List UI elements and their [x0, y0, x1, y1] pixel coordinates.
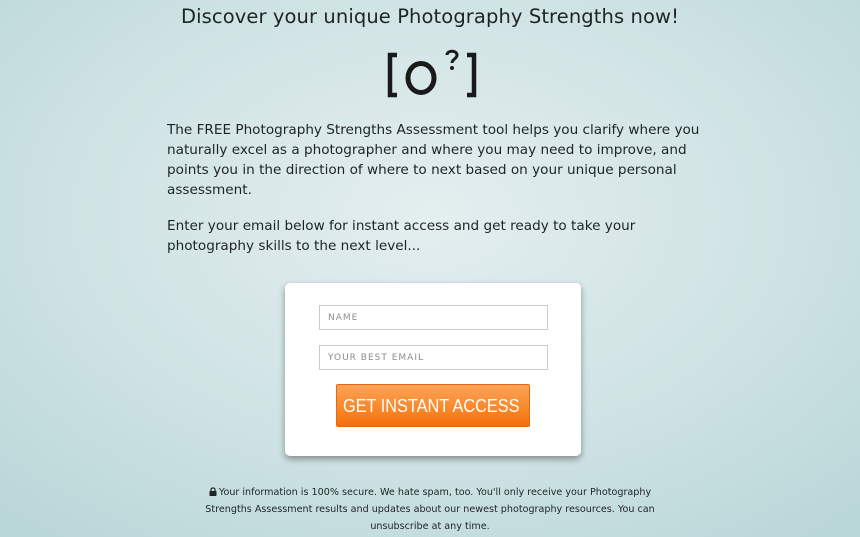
intro-paragraph: The FREE Photography Strengths Assessmen… [167, 122, 700, 198]
get-instant-access-label: GET INSTANT ACCESS [343, 394, 520, 416]
email-field[interactable] [319, 345, 548, 370]
privacy-notice: Your information is 100% secure. We hate… [190, 484, 670, 535]
bracketed-lens-question-logo [387, 49, 477, 98]
signup-form-card: GET INSTANT ACCESS [285, 283, 581, 456]
cta-paragraph: Enter your email below for instant acces… [167, 218, 636, 254]
page-headline: Discover your unique Photography Strengt… [180, 5, 680, 28]
lock-icon [209, 487, 217, 496]
name-field[interactable] [319, 305, 548, 330]
get-instant-access-button[interactable]: GET INSTANT ACCESS [336, 384, 530, 427]
privacy-notice-text: Your information is 100% secure. We hate… [205, 487, 655, 532]
